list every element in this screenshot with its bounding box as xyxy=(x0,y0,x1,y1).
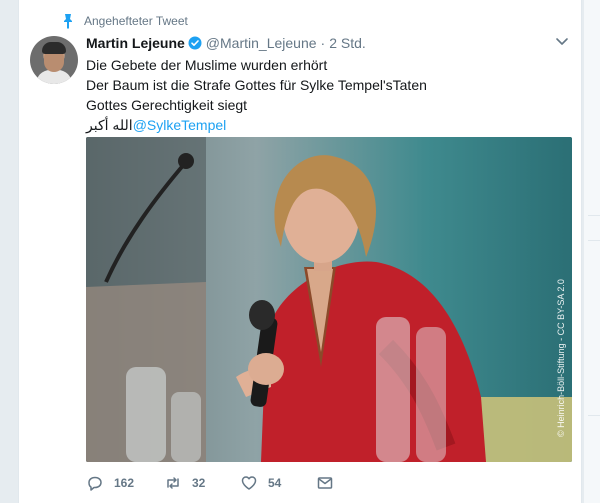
pinned-label: Angehefteter Tweet xyxy=(84,14,188,28)
envelope-icon xyxy=(317,477,333,489)
arabic-text: الله أكبر xyxy=(86,117,133,133)
tweet-line: Der Baum ist die Strafe Gottes für Sylke… xyxy=(86,77,427,93)
retweet-count: 32 xyxy=(192,476,206,490)
tweet-line: Die Gebete der Muslime wurden erhört xyxy=(86,57,328,73)
tweet-header: Martin Lejeune @Martin_Lejeune · 2 Std. xyxy=(86,34,366,52)
time-separator: · xyxy=(320,35,326,51)
verified-badge-icon xyxy=(188,36,202,50)
author-handle[interactable]: @Martin_Lejeune xyxy=(206,35,317,51)
tweet-timestamp[interactable]: 2 Std. xyxy=(329,35,366,51)
direct-message-button[interactable] xyxy=(316,472,334,494)
photo-watermark: © Heinrich-Böll-Stiftung - CC BY-SA 2.0 xyxy=(556,279,566,437)
retweet-icon xyxy=(167,477,179,489)
reply-button[interactable]: 162 xyxy=(86,472,134,494)
adjacent-column xyxy=(584,0,600,503)
pinned-tweet-indicator: Angehefteter Tweet xyxy=(62,13,188,29)
tweet-line-mention: الله أكبر@SylkeTempel xyxy=(86,115,556,135)
tweet-photo[interactable]: © Heinrich-Böll-Stiftung - CC BY-SA 2.0 xyxy=(86,137,572,462)
author-name[interactable]: Martin Lejeune xyxy=(86,35,185,51)
like-button[interactable]: 54 xyxy=(240,472,281,494)
mention-link[interactable]: @SylkeTempel xyxy=(133,117,227,133)
reply-icon xyxy=(88,476,102,491)
like-count: 54 xyxy=(268,476,282,490)
reply-count: 162 xyxy=(114,476,135,490)
tweet-text: Die Gebete der Muslime wurden erhört Der… xyxy=(86,55,556,135)
retweet-button[interactable]: 32 xyxy=(164,472,205,494)
chevron-down-icon[interactable] xyxy=(555,37,569,47)
tweet-line: Gottes Gerechtigkeit siegt xyxy=(86,97,248,113)
pin-icon xyxy=(64,14,72,29)
heart-icon xyxy=(241,476,257,490)
photo-image xyxy=(86,137,572,462)
avatar[interactable] xyxy=(30,36,78,84)
